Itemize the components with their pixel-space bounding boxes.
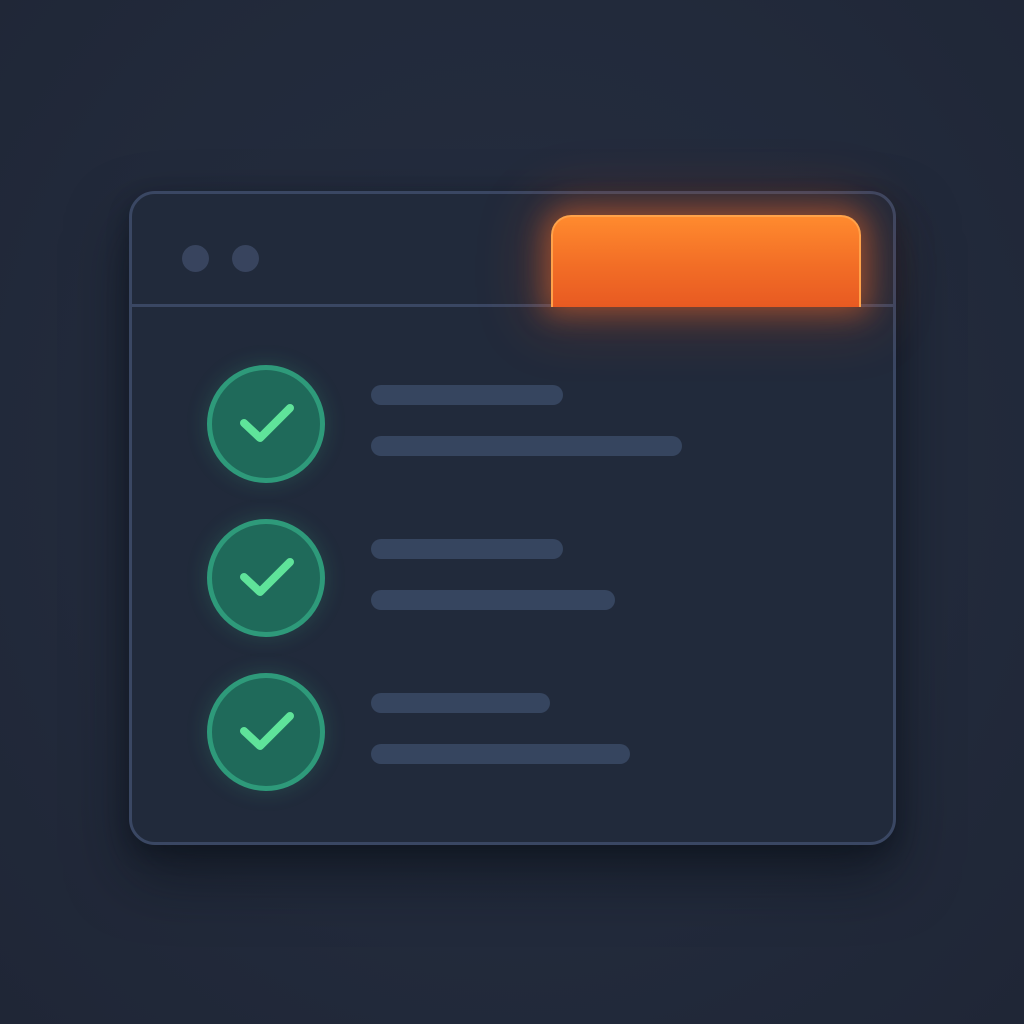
list-item[interactable]	[207, 519, 807, 639]
item-subtitle-placeholder	[371, 590, 615, 610]
checkmark-icon	[240, 558, 294, 596]
list-item[interactable]	[207, 673, 807, 793]
item-title-placeholder	[371, 539, 563, 559]
app-window	[129, 191, 896, 845]
checkmark-icon	[240, 404, 294, 442]
active-tab[interactable]	[551, 215, 861, 307]
list-item[interactable]	[207, 365, 807, 485]
check-circle-icon[interactable]	[207, 519, 325, 637]
canvas	[0, 0, 1024, 1024]
check-circle-icon[interactable]	[207, 365, 325, 483]
check-circle-icon[interactable]	[207, 673, 325, 791]
checkmark-icon	[240, 712, 294, 750]
item-subtitle-placeholder	[371, 744, 630, 764]
window-control-dot-icon[interactable]	[232, 245, 259, 272]
window-control-dot-icon[interactable]	[182, 245, 209, 272]
window-titlebar	[132, 194, 893, 307]
item-title-placeholder	[371, 693, 550, 713]
item-subtitle-placeholder	[371, 436, 682, 456]
item-title-placeholder	[371, 385, 563, 405]
